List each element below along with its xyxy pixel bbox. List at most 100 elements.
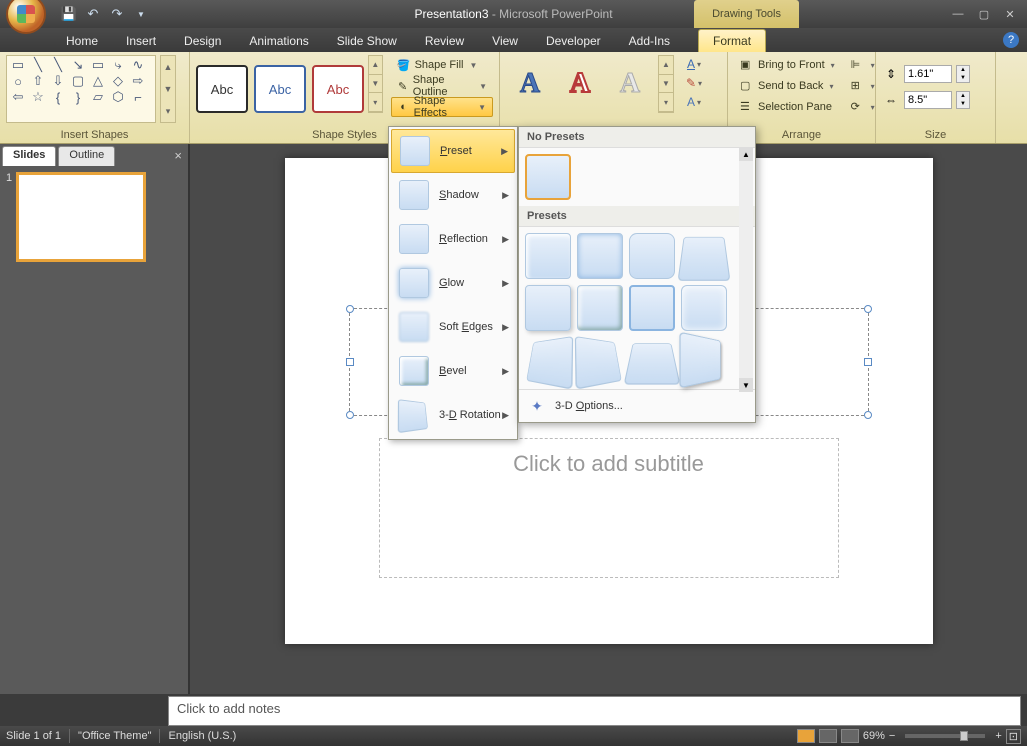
menu-glow[interactable]: Glow▶: [391, 261, 515, 305]
send-to-back-button[interactable]: ▢Send to Back▾: [734, 76, 841, 96]
shape-rightarrow-icon[interactable]: ⇨: [129, 74, 147, 88]
styles-scroll[interactable]: ▲ ▼ ▾: [368, 55, 383, 113]
text-outline-button[interactable]: ✎▾: [682, 74, 706, 92]
scroll-down-icon[interactable]: ▼: [659, 75, 673, 94]
scroll-up-icon[interactable]: ▲: [739, 147, 753, 161]
minimize-button[interactable]: —: [947, 6, 969, 22]
preset-none[interactable]: [525, 154, 571, 200]
style-preview-3[interactable]: Abc: [312, 65, 364, 113]
preset-item[interactable]: [681, 285, 727, 331]
preset-item[interactable]: [575, 336, 622, 390]
tab-home[interactable]: Home: [52, 30, 112, 52]
outline-tab[interactable]: Outline: [58, 146, 115, 166]
scroll-up-icon[interactable]: ▲: [659, 56, 673, 75]
zoom-thumb[interactable]: [960, 731, 968, 741]
menu-shadow[interactable]: Shadow▶: [391, 173, 515, 217]
close-button[interactable]: ✕: [999, 6, 1021, 22]
width-input[interactable]: [904, 91, 952, 109]
save-icon[interactable]: 💾: [60, 5, 78, 23]
style-preview-2[interactable]: Abc: [254, 65, 306, 113]
shape-lbracket-icon[interactable]: ⌐: [129, 90, 147, 104]
selection-pane-button[interactable]: ☰Selection Pane: [734, 97, 841, 117]
preset-item[interactable]: [525, 233, 571, 279]
preset-item[interactable]: [624, 343, 681, 384]
style-preview-1[interactable]: Abc: [196, 65, 248, 113]
preset-item[interactable]: [629, 285, 675, 331]
preset-item[interactable]: [525, 285, 571, 331]
text-effects-button[interactable]: A▾: [682, 93, 706, 111]
preset-3d-options[interactable]: ✦ 3-D Options...: [519, 389, 755, 422]
preset-item[interactable]: [629, 233, 675, 279]
tab-design[interactable]: Design: [170, 30, 235, 52]
status-language[interactable]: English (U.S.): [168, 730, 236, 742]
view-sorter-button[interactable]: [819, 729, 837, 743]
height-spinner[interactable]: ▲▼: [956, 65, 970, 83]
shape-hexagon-icon[interactable]: ⬡: [109, 90, 127, 104]
shape-freeform-icon[interactable]: ∿: [129, 58, 147, 72]
menu-bevel[interactable]: Bevel▶: [391, 349, 515, 393]
fit-to-window-button[interactable]: ⊡: [1006, 729, 1021, 744]
scroll-more-icon[interactable]: ▾: [659, 93, 673, 112]
wordart-scroll[interactable]: ▲ ▼ ▾: [658, 55, 674, 113]
wordart-gallery[interactable]: A A A: [506, 55, 654, 113]
width-spinner[interactable]: ▲▼: [956, 91, 970, 109]
menu-soft-edges[interactable]: Soft Edges▶: [391, 305, 515, 349]
shape-line-icon[interactable]: ╲: [29, 58, 47, 72]
menu-preset[interactable]: PPresetreset ▶: [391, 129, 515, 173]
shape-brace-icon[interactable]: {: [49, 90, 67, 104]
resize-handle[interactable]: [864, 305, 872, 313]
wordart-preview-3[interactable]: A: [606, 60, 654, 108]
preset-item[interactable]: [678, 237, 731, 281]
scroll-down-icon[interactable]: ▼: [369, 75, 382, 94]
shape-oval-icon[interactable]: ○: [9, 74, 27, 88]
tab-developer[interactable]: Developer: [532, 30, 615, 52]
preset-item[interactable]: [526, 336, 573, 390]
shape-downarrow-icon[interactable]: ⇩: [49, 74, 67, 88]
resize-handle[interactable]: [346, 305, 354, 313]
resize-handle[interactable]: [346, 411, 354, 419]
restore-button[interactable]: ▢: [973, 6, 995, 22]
scroll-down-icon[interactable]: ▼: [739, 378, 753, 392]
shape-rectangle-icon[interactable]: ▭: [89, 58, 107, 72]
slide-thumbnail-1[interactable]: [16, 172, 146, 262]
resize-handle[interactable]: [864, 358, 872, 366]
shape-outline-button[interactable]: ✎ Shape Outline▼: [391, 76, 493, 96]
view-normal-button[interactable]: [797, 729, 815, 743]
preset-item[interactable]: [679, 332, 720, 389]
resize-handle[interactable]: [346, 358, 354, 366]
shape-leftarrow-icon[interactable]: ⇦: [9, 90, 27, 104]
shape-arrow-icon[interactable]: ↘: [69, 58, 87, 72]
shape-star-icon[interactable]: ☆: [29, 90, 47, 104]
preset-item[interactable]: [577, 233, 623, 279]
shapes-gallery[interactable]: ▭ ╲ ╲ ↘ ▭ ⤷ ∿ ○ ⇧ ⇩ ▢ △ ◇ ⇨ ⇦ ☆ { } ▱ ⬡: [6, 55, 156, 123]
shape-callout-icon[interactable]: ▱: [89, 90, 107, 104]
subtitle-placeholder[interactable]: Click to add subtitle: [379, 438, 839, 578]
tab-slide-show[interactable]: Slide Show: [323, 30, 411, 52]
view-slideshow-button[interactable]: [841, 729, 859, 743]
tab-insert[interactable]: Insert: [112, 30, 170, 52]
shape-roundrect-icon[interactable]: ▢: [69, 74, 87, 88]
tab-view[interactable]: View: [478, 30, 532, 52]
tab-review[interactable]: Review: [411, 30, 478, 52]
panel-close-button[interactable]: ×: [174, 146, 182, 166]
scroll-more-icon[interactable]: ▾: [161, 100, 175, 122]
zoom-slider[interactable]: [905, 734, 985, 738]
wordart-preview-1[interactable]: A: [506, 60, 554, 108]
shapes-scroll[interactable]: ▲ ▼ ▾: [160, 55, 176, 123]
notes-pane[interactable]: Click to add notes: [168, 696, 1021, 726]
slides-tab[interactable]: Slides: [2, 146, 56, 166]
redo-icon[interactable]: ↷: [108, 5, 126, 23]
shape-effects-button[interactable]: ◐ Shape Effects▼: [391, 97, 493, 117]
scroll-up-icon[interactable]: ▲: [161, 56, 175, 78]
menu-reflection[interactable]: Reflection▶: [391, 217, 515, 261]
help-button[interactable]: ?: [1003, 32, 1019, 48]
tab-format[interactable]: Format: [698, 29, 766, 52]
shape-line2-icon[interactable]: ╲: [49, 58, 67, 72]
resize-handle[interactable]: [864, 411, 872, 419]
tab-animations[interactable]: Animations: [235, 30, 322, 52]
zoom-in-button[interactable]: +: [995, 730, 1001, 742]
height-input[interactable]: [904, 65, 952, 83]
tab-add-ins[interactable]: Add-Ins: [615, 30, 684, 52]
flyout-scrollbar[interactable]: ▲ ▼: [739, 147, 753, 392]
scroll-up-icon[interactable]: ▲: [369, 56, 382, 75]
